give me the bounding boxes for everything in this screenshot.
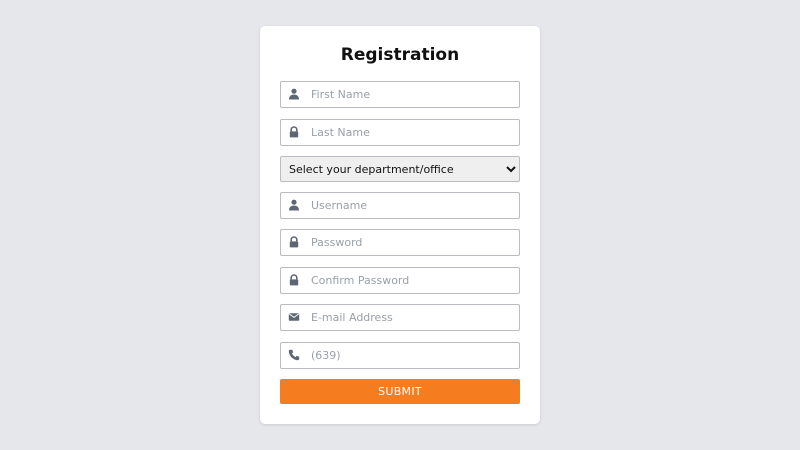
user-icon: [288, 199, 300, 211]
last-name-field[interactable]: [280, 119, 520, 146]
department-select-wrap: Select your department/office: [280, 156, 520, 182]
department-select[interactable]: Select your department/office: [280, 156, 520, 182]
phone-icon: [288, 349, 300, 361]
password-input[interactable]: [311, 230, 511, 255]
user-icon: [288, 88, 300, 100]
submit-button[interactable]: SUBMIT: [280, 379, 520, 404]
lock-icon: [288, 274, 300, 286]
email-field[interactable]: [280, 304, 520, 331]
confirm-password-field[interactable]: [280, 267, 520, 294]
username-field[interactable]: [280, 192, 520, 219]
form-title: Registration: [340, 45, 460, 65]
phone-field[interactable]: [280, 342, 520, 369]
username-input[interactable]: [311, 193, 511, 218]
phone-input[interactable]: [311, 343, 511, 368]
confirm-password-input[interactable]: [311, 268, 511, 293]
first-name-input[interactable]: [311, 82, 511, 107]
first-name-field[interactable]: [280, 81, 520, 108]
email-input[interactable]: [311, 305, 511, 330]
lock-icon: [288, 126, 300, 138]
password-field[interactable]: [280, 229, 520, 256]
last-name-input[interactable]: [311, 120, 511, 145]
envelope-icon: [288, 311, 300, 323]
lock-icon: [288, 236, 300, 248]
